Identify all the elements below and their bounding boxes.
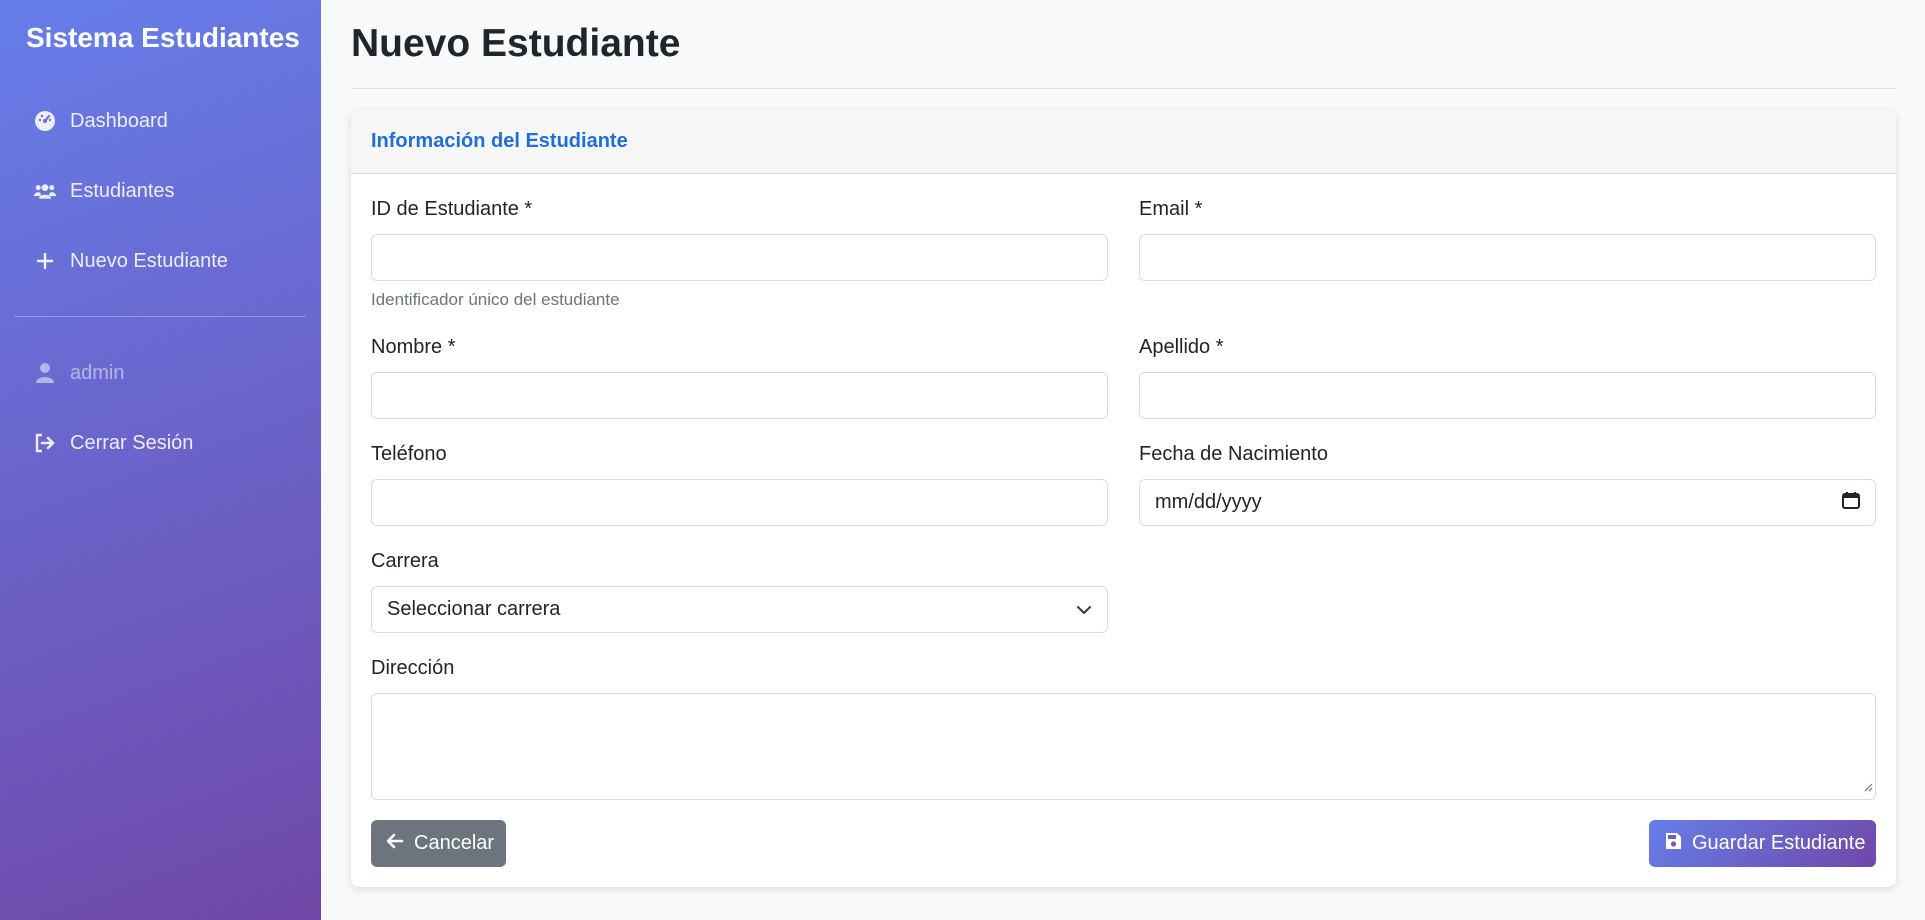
sidebar-user: admin [34, 358, 124, 388]
sign-out-icon [34, 432, 56, 454]
sidebar-item-label: Estudiantes [70, 179, 175, 202]
career-label: Carrera [371, 550, 439, 572]
sidebar-item-nuevo-estudiante[interactable]: Nuevo Estudiante [34, 246, 228, 276]
student-id-label: ID de Estudiante * [371, 198, 533, 220]
save-student-button[interactable]: Guardar Estudiante [1649, 820, 1876, 867]
sidebar-item-estudiantes[interactable]: Estudiantes [34, 176, 175, 206]
arrow-left-icon [386, 832, 404, 855]
student-id-input[interactable] [371, 234, 1108, 281]
phone-input[interactable] [371, 479, 1108, 526]
last-name-label: Apellido * [1139, 336, 1224, 358]
sidebar-item-logout[interactable]: Cerrar Sesión [34, 428, 193, 458]
first-name-label: Nombre * [371, 336, 456, 358]
cancel-button[interactable]: Cancelar [371, 820, 506, 867]
first-name-input[interactable] [371, 372, 1108, 419]
save-button-label: Guardar Estudiante [1692, 832, 1866, 854]
sidebar-item-label: Nuevo Estudiante [70, 249, 228, 272]
gauge-icon [34, 110, 56, 132]
sidebar-user-label: admin [70, 361, 125, 384]
resize-grip-icon[interactable] [1863, 779, 1873, 797]
email-label: Email * [1139, 198, 1203, 220]
page-title: Nuevo Estudiante [351, 22, 681, 65]
sidebar: Sistema Estudiantes Dashboard Estudiante… [0, 0, 321, 920]
last-name-input[interactable] [1139, 372, 1876, 419]
student-id-help: Identificador único del estudiante [371, 290, 620, 309]
users-icon [34, 180, 56, 202]
birth-date-input[interactable]: mm/dd/yyyy [1139, 479, 1876, 526]
calendar-icon[interactable] [1842, 491, 1860, 515]
sidebar-item-label: Dashboard [70, 109, 168, 132]
career-selected-value: Seleccionar carrera [387, 598, 561, 620]
card-header-title: Información del Estudiante [371, 130, 628, 152]
brand-title[interactable]: Sistema Estudiantes [26, 22, 300, 54]
address-label: Dirección [371, 657, 455, 679]
birth-date-placeholder: mm/dd/yyyy [1155, 491, 1262, 513]
sidebar-divider [14, 316, 306, 317]
student-form-card: Información del Estudiante ID de Estudia… [351, 110, 1896, 887]
title-divider [351, 88, 1896, 89]
phone-label: Teléfono [371, 443, 447, 465]
chevron-down-icon [1076, 598, 1092, 621]
email-input[interactable] [1139, 234, 1876, 281]
cancel-button-label: Cancelar [414, 832, 495, 854]
plus-icon [34, 250, 56, 272]
birth-date-label: Fecha de Nacimiento [1139, 443, 1328, 465]
sidebar-item-label: Cerrar Sesión [70, 431, 194, 454]
save-icon [1664, 832, 1682, 856]
card-header: Información del Estudiante [351, 110, 1896, 174]
career-select[interactable]: Seleccionar carrera [371, 586, 1108, 633]
sidebar-item-dashboard[interactable]: Dashboard [34, 106, 168, 136]
user-icon [34, 362, 56, 384]
address-textarea[interactable] [371, 693, 1876, 800]
